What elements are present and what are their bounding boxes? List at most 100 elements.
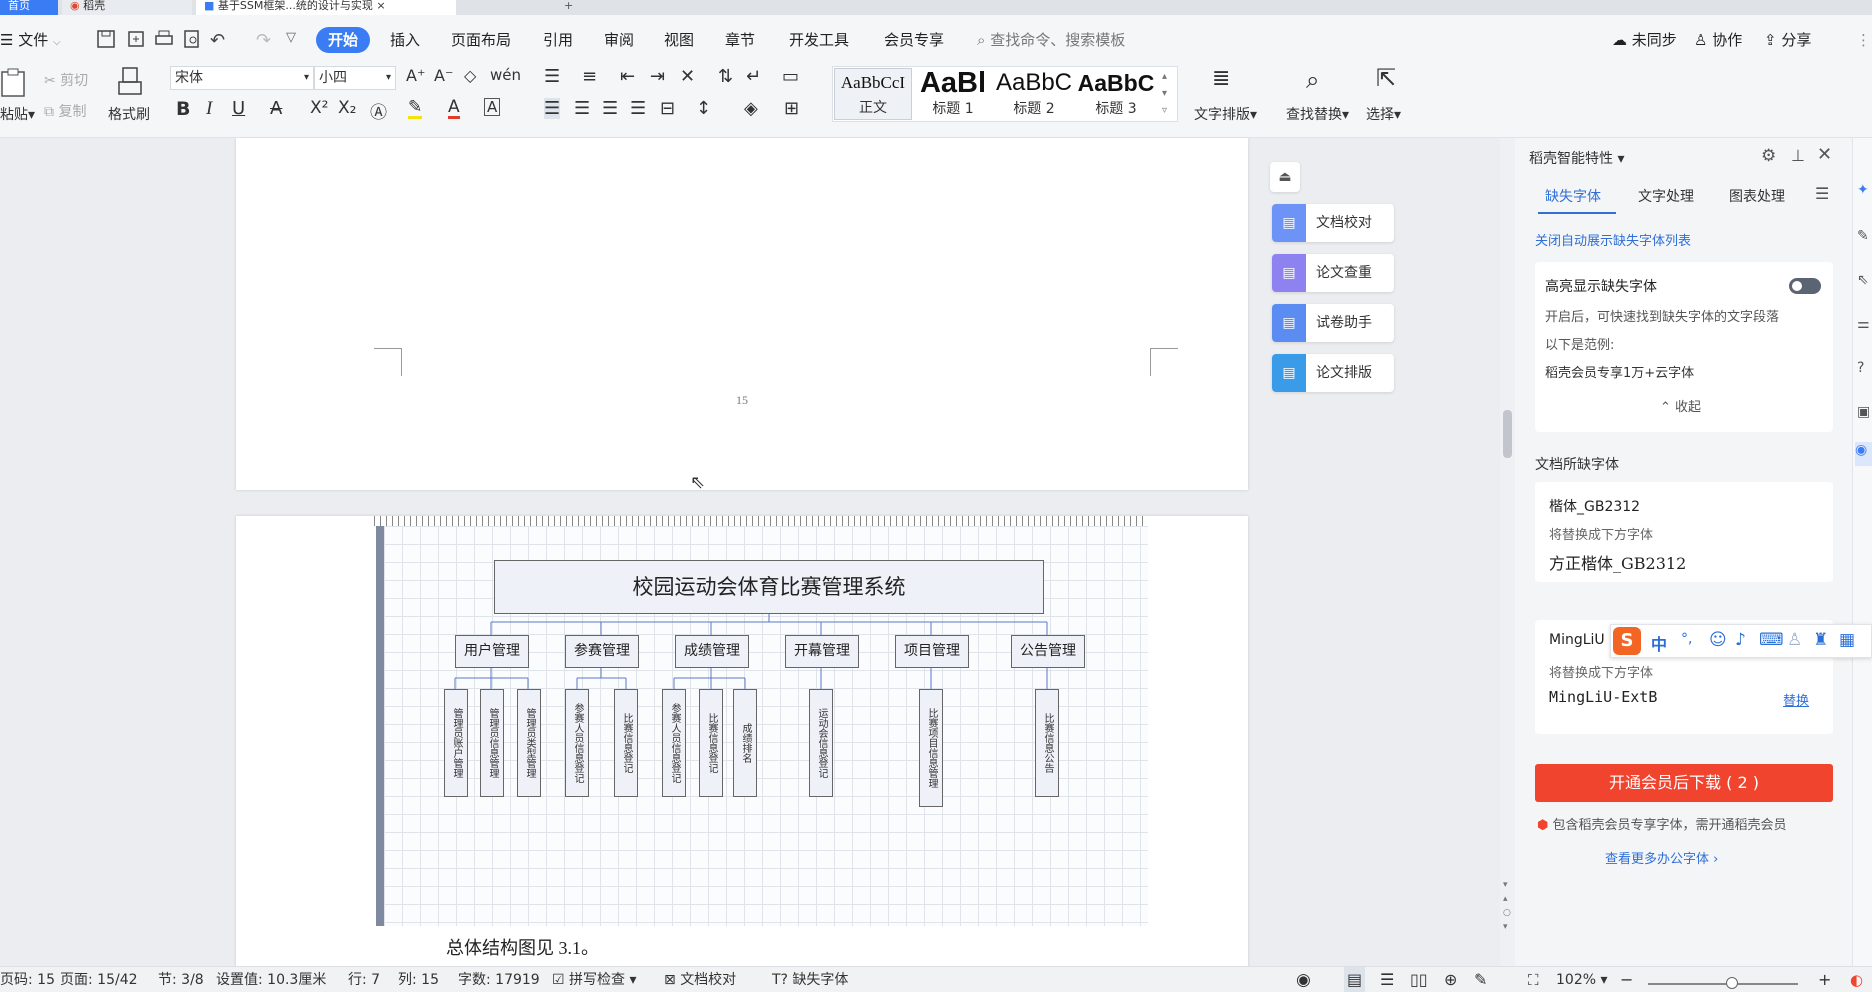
format-painter-button[interactable]: 格式刷 [108,104,150,124]
chart-root-box[interactable]: 校园运动会体育比赛管理系统 [494,560,1044,614]
undo-icon[interactable]: ↶ [210,30,225,51]
tab-insert[interactable]: 插入 [390,15,420,65]
module-participant[interactable]: 参赛管理 [565,635,639,668]
tool-plagiarism[interactable]: ▤ 论文查重 [1272,254,1394,292]
copy-button[interactable]: ⧉ 复制 [44,101,86,121]
status-row[interactable]: 行: 7 [348,967,380,992]
document-area[interactable]: 15 校园运动会体育比赛管理系统 用户管理 参赛管理 成绩管理 开幕管理 项目管… [0,138,1500,966]
panel-tab-chart[interactable]: 图表处理 [1729,186,1785,206]
decrease-indent-icon[interactable]: ⇤ [620,66,635,87]
status-page[interactable]: 页面: 15/42 [60,967,138,992]
ime-emoji-icon[interactable]: ☺ [1709,630,1727,650]
zoom-out-icon[interactable]: − [1620,967,1633,992]
style-heading3[interactable]: AaBbC 标题 3 [1076,68,1156,120]
sub-match-register-2[interactable]: 比赛信息登记 [699,689,723,797]
module-project[interactable]: 项目管理 [895,635,969,668]
status-page-code[interactable]: 页码: 15 [0,967,55,992]
italic-icon[interactable]: I [206,98,212,120]
tab-document[interactable]: ■ 基于SSM框架...统的设计与实现 × [196,0,456,15]
font-grow-icon[interactable]: A⁺ [406,66,425,85]
zoom-level[interactable]: 102% ▾ [1556,967,1608,992]
status-section[interactable]: 节: 3/8 [158,967,204,992]
tab-developer[interactable]: 开发工具 [789,15,849,65]
shading-icon[interactable]: ◈ [744,98,758,119]
sidebar-edit-icon[interactable]: ✎ [1857,228,1869,244]
ime-toolbar[interactable]: S 中 °, ☺ ♪ ⌨ ♙ ♜ ▦ [1610,624,1872,658]
reading-view-icon[interactable]: ▯▯ [1410,967,1428,992]
download-button[interactable]: 开通会员后下载 ( 2 ) [1535,764,1833,802]
sidebar-help-icon[interactable]: ? [1857,360,1864,376]
ime-skin-icon[interactable]: ♜ [1813,630,1828,650]
spell-check-button[interactable]: ☑ 拼写检查 ▾ [552,967,637,992]
phonetic-icon[interactable]: wén [490,66,521,84]
web-view-icon[interactable]: ⊕ [1444,967,1457,992]
sync-button[interactable]: ☁ 未同步 [1612,15,1677,65]
panel-tab-text[interactable]: 文字处理 [1638,186,1694,206]
clear-format-icon[interactable]: ◇ [464,66,476,85]
panel-menu-icon[interactable]: ☰ [1815,184,1829,203]
tab-start[interactable]: 开始 [316,27,371,53]
collaborate-button[interactable]: ♙ 协作 [1694,15,1742,65]
tab-references[interactable]: 引用 [543,15,573,65]
gear-icon[interactable]: ⚙ [1761,146,1776,166]
highlight-icon[interactable]: ✎ [408,98,423,119]
tab-home[interactable]: 首页 [0,0,58,15]
close-tab-icon[interactable]: × [376,0,385,12]
justify-icon[interactable]: ☰ [630,98,646,119]
sidebar-image-icon[interactable]: ▣ [1857,404,1870,420]
align-right-icon[interactable]: ☰ [602,98,618,119]
wps-assistant-icon[interactable]: ◐ [1850,967,1863,992]
sub-participant-register-2[interactable]: 参赛人员信息登记 [662,689,686,797]
align-center-icon[interactable]: ☰ [574,98,590,119]
outline-view-icon[interactable]: ☰ [1380,967,1394,992]
char-border-icon[interactable]: A [484,98,501,116]
chinese-layout-icon[interactable]: ✕ [680,66,695,87]
ime-punct-mode[interactable]: °, [1681,631,1692,647]
close-auto-show-link[interactable]: 关闭自动展示缺失字体列表 [1535,230,1691,249]
share-button[interactable]: ⇪ 分享 [1764,15,1811,65]
module-user[interactable]: 用户管理 [455,635,529,668]
zoom-slider-thumb[interactable] [1726,977,1738,989]
more-icon[interactable]: ⋮ [1856,15,1871,65]
ime-mic-icon[interactable]: ♪ [1735,630,1746,650]
paste-button[interactable]: 粘贴▾ [0,104,35,124]
tool-exam[interactable]: ▤ 试卷助手 [1272,304,1394,342]
superscript-icon[interactable]: X² [310,98,328,118]
highlight-toggle[interactable] [1789,278,1821,294]
tab-page-layout[interactable]: 页面布局 [451,15,511,65]
style-scroll-icon[interactable]: ▴ ▾ ▿ [1162,68,1167,119]
replace-button[interactable]: 替换 [1783,690,1809,709]
ime-chinese-mode[interactable]: 中 [1651,631,1667,655]
show-marks-icon[interactable]: ↵ [746,66,761,87]
status-proof-button[interactable]: ⊠ 文档校对 [664,967,736,992]
increase-indent-icon[interactable]: ⇥ [650,66,665,87]
page-15[interactable]: 15 [236,138,1248,490]
sidebar-daoke-icon[interactable]: ◉ [1855,442,1872,466]
cut-button[interactable]: ✂ 剪切 [44,70,88,90]
borders-icon[interactable]: ⊞ [784,98,799,119]
pin-icon[interactable]: ⊥ [1791,146,1805,165]
tab-daoke[interactable]: ◉ 稻壳 [62,0,192,15]
sidebar-smart-icon[interactable]: ✦ [1857,182,1869,198]
status-col[interactable]: 列: 15 [398,967,439,992]
sub-admin-type[interactable]: 管理员类型管理 [517,689,541,797]
org-chart-canvas[interactable]: 校园运动会体育比赛管理系统 用户管理 参赛管理 成绩管理 开幕管理 项目管理 公… [384,526,1148,926]
tab-view[interactable]: 视图 [664,15,694,65]
redo-icon[interactable]: ↷ [256,30,271,51]
status-missing-font-button[interactable]: T? 缺失字体 [772,967,848,992]
new-tab-button[interactable]: + [556,0,576,15]
status-setting[interactable]: 设置值: 10.3厘米 [216,967,326,992]
save-icon[interactable] [96,29,116,49]
sub-match-register[interactable]: 比赛信息登记 [614,689,638,797]
style-normal[interactable]: AaBbCcI 正文 [834,68,912,120]
paste-icon[interactable] [0,68,30,98]
numbered-list-icon[interactable]: ≡ [582,66,597,87]
ime-keyboard-icon[interactable]: ⌨ [1759,630,1784,650]
sub-games-register[interactable]: 运动会信息登记 [809,689,833,797]
close-icon[interactable]: ✕ [1817,144,1832,165]
sub-project-info[interactable]: 比赛项目信息管理 [919,689,943,807]
bold-icon[interactable]: B [176,98,190,120]
zoom-in-icon[interactable]: + [1818,967,1831,992]
sub-score-ranking[interactable]: 成绩排名 [733,689,757,797]
status-words[interactable]: 字数: 17919 [458,967,540,992]
